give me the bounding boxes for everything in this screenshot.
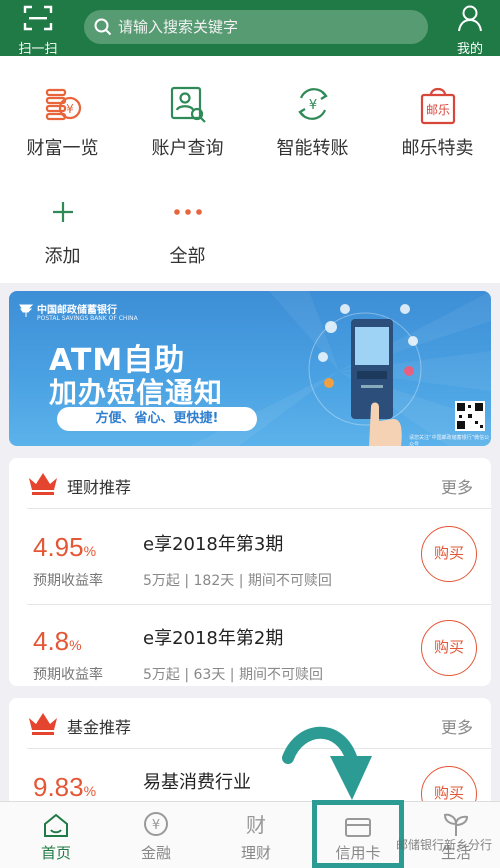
- qr-code-icon: [457, 403, 483, 429]
- wealth-icon: ¥: [45, 88, 81, 121]
- wealth-recommend-card: 理财推荐 更多 4.95% 预期收益率 e享2018年第3期 5万起 | 182…: [9, 458, 491, 686]
- quick-item-smart-transfer[interactable]: ¥ 智能转账: [250, 80, 375, 160]
- finance-yen-icon: ¥: [144, 812, 168, 836]
- banner-slogan: 方便、省心、更快捷!: [57, 407, 257, 431]
- scan-icon: [23, 5, 53, 31]
- buy-button[interactable]: 购买: [421, 620, 477, 676]
- licai-glyph: 财: [246, 813, 266, 837]
- quick-item-label: 账户查询: [151, 138, 224, 159]
- life-sprout-icon: [443, 813, 469, 836]
- more-link[interactable]: 更多: [441, 714, 473, 738]
- tab-label: 金融: [140, 844, 171, 862]
- svg-text:¥: ¥: [308, 98, 316, 113]
- search-bar[interactable]: [84, 10, 428, 44]
- product-rate: 4.8%: [33, 626, 82, 656]
- bank-name-en: POSTAL SAVINGS BANK OF CHINA: [37, 315, 138, 322]
- product-row[interactable]: 9.83% 易基消费行业 购买: [9, 750, 491, 808]
- product-detail: 5万起 | 182天 | 期间不可赎回: [143, 573, 332, 589]
- product-rate-label: 预期收益率: [33, 667, 103, 683]
- product-detail: 5万起 | 63天 | 期间不可赎回: [143, 667, 323, 683]
- svg-text:¥: ¥: [152, 818, 160, 833]
- youle-bag-icon: 邮乐: [420, 87, 455, 125]
- quick-item-label: 全部: [169, 246, 206, 267]
- mine-button[interactable]: 我的: [444, 4, 496, 57]
- product-name: 易基消费行业: [143, 772, 251, 793]
- bank-name: 中国邮政储蓄银行: [37, 305, 117, 316]
- product-name: e享2018年第3期: [143, 534, 284, 555]
- mine-label: 我的: [456, 42, 483, 57]
- credit-card-highlight-box: [312, 800, 404, 868]
- banner-title-line2: 加办短信通知: [49, 376, 224, 409]
- promo-banner[interactable]: 中国邮政储蓄银行 POSTAL SAVINGS BANK OF CHINA AT…: [9, 291, 491, 446]
- quick-item-label: 添加: [44, 246, 81, 267]
- more-link[interactable]: 更多: [441, 474, 473, 498]
- divider: [27, 508, 491, 509]
- annotation-arrow-icon: [282, 726, 372, 800]
- more-dots-icon: [173, 209, 202, 215]
- quick-item-label: 财富一览: [26, 138, 99, 159]
- crown-icon: [29, 713, 57, 735]
- tab-life[interactable]: 生活: [406, 802, 500, 868]
- tab-home[interactable]: 首页: [6, 802, 106, 868]
- quick-item-label: 邮乐特卖: [401, 138, 474, 159]
- buy-button[interactable]: 购买: [421, 526, 477, 582]
- account-query-icon: [170, 86, 206, 123]
- watermark: 邮储银行新乡分行: [395, 838, 492, 852]
- wealth-management-icon: 财: [246, 813, 266, 837]
- plus-icon: [52, 202, 73, 222]
- product-rate-label: 预期收益率: [33, 573, 103, 589]
- quick-item-label: 智能转账: [276, 138, 349, 159]
- bank-logo-icon: [19, 304, 34, 317]
- fund-recommend-card: 基金推荐 更多 9.83% 易基消费行业 购买: [9, 698, 491, 808]
- tab-label: 首页: [40, 844, 71, 862]
- youle-icon-text: 邮乐: [425, 103, 449, 117]
- search-icon: [94, 18, 112, 36]
- scan-label: 扫一扫: [18, 42, 58, 57]
- quick-item-youle-sale[interactable]: 邮乐 邮乐特卖: [375, 80, 500, 160]
- product-name: e享2018年第2期: [143, 628, 284, 649]
- quick-entry-grid: ¥ 财富一览 账户查询 ¥ 智能转账 邮乐 邮乐特卖 添加 全部: [0, 56, 500, 283]
- card-title: 理财推荐: [67, 478, 132, 497]
- crown-icon: [29, 473, 57, 495]
- home-icon: [44, 813, 68, 837]
- svg-text:¥: ¥: [66, 102, 74, 116]
- quick-item-account-query[interactable]: 账户查询: [125, 80, 250, 160]
- card-title: 基金推荐: [67, 718, 132, 737]
- user-icon: [458, 5, 482, 32]
- tab-finance[interactable]: ¥ 金融: [106, 802, 206, 868]
- bottom-tab-bar: 首页 ¥ 金融 财 理财 信用卡 生活: [0, 801, 500, 868]
- product-row[interactable]: 4.95% 预期收益率 e享2018年第3期 5万起 | 182天 | 期间不可…: [9, 510, 491, 602]
- product-row[interactable]: 4.8% 预期收益率 e享2018年第2期 5万起 | 63天 | 期间不可赎回…: [9, 604, 491, 686]
- qr-note: 请您关注“中国邮政储蓄银行”微信公众号: [409, 435, 490, 446]
- transfer-icon: ¥: [297, 88, 328, 120]
- qr-code: [455, 401, 485, 431]
- quick-item-add[interactable]: 添加: [0, 188, 125, 268]
- top-header: 扫一扫 我的: [0, 0, 500, 57]
- tab-wealth-management[interactable]: 财 理财: [206, 802, 306, 868]
- quick-item-all[interactable]: 全部: [125, 188, 250, 268]
- divider: [27, 748, 491, 749]
- product-rate: 9.83%: [33, 772, 97, 802]
- scan-button[interactable]: 扫一扫: [12, 4, 64, 57]
- tab-label: 理财: [240, 844, 271, 862]
- product-rate: 4.95%: [33, 532, 97, 562]
- search-input[interactable]: [118, 18, 408, 36]
- atm-hand-illustration: [318, 304, 418, 446]
- quick-item-wealth-overview[interactable]: ¥ 财富一览: [0, 80, 125, 160]
